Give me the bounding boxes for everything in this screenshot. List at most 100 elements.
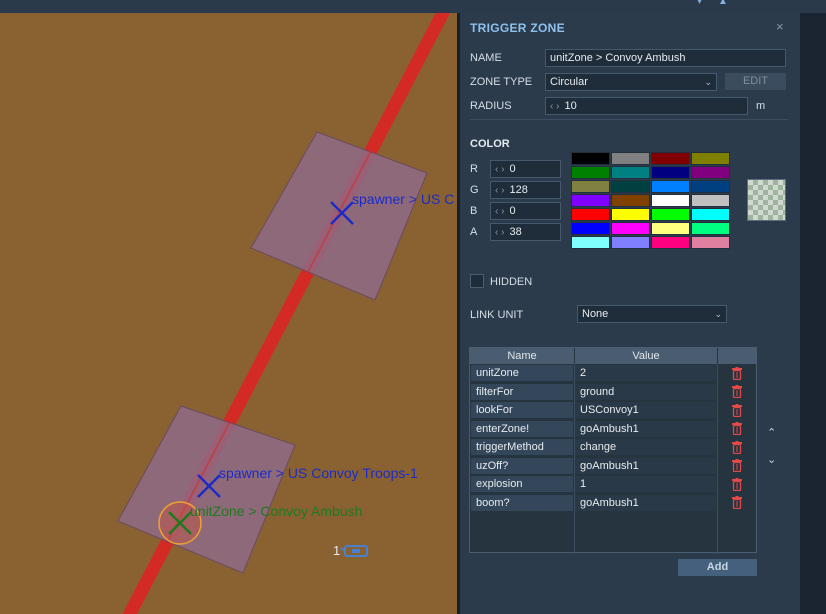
color-swatch[interactable]	[691, 222, 730, 235]
color-swatch[interactable]	[611, 166, 650, 179]
color-swatch[interactable]	[571, 166, 610, 179]
color-swatch[interactable]	[611, 194, 650, 207]
color-swatch[interactable]	[571, 194, 610, 207]
a-value: 38	[509, 226, 522, 238]
stepper-arrows-icon[interactable]: ‹ ›	[550, 101, 559, 112]
column-header-name[interactable]: Name	[470, 348, 574, 364]
hidden-checkbox[interactable]	[470, 274, 484, 288]
color-swatch[interactable]	[691, 180, 730, 193]
color-swatch[interactable]	[651, 152, 690, 165]
column-header-actions	[718, 348, 756, 364]
stepper-arrows-icon[interactable]: ‹ ›	[495, 227, 504, 238]
right-strip	[800, 13, 826, 614]
chevron-down-icon: ⌄	[704, 77, 712, 87]
scroll-down-icon[interactable]: ⌄	[767, 453, 776, 466]
table-cell-name[interactable]: explosion	[471, 476, 573, 492]
map-marker-icon[interactable]: ▾	[697, 0, 702, 7]
map-canvas[interactable]	[0, 13, 457, 614]
delete-icon[interactable]	[732, 459, 742, 472]
map-view[interactable]: spawner > US C spawner > US Convoy Troop…	[0, 13, 457, 614]
color-swatch[interactable]	[651, 180, 690, 193]
stepper-arrows-icon[interactable]: ‹ ›	[495, 164, 504, 175]
b-label: B	[470, 205, 478, 217]
color-section-title: COLOR	[470, 138, 510, 150]
color-swatch[interactable]	[651, 166, 690, 179]
column-divider	[717, 364, 718, 554]
top-toolbar: ▾ ▲	[0, 0, 826, 13]
delete-icon[interactable]	[732, 440, 742, 454]
color-swatch[interactable]	[651, 194, 690, 207]
table-cell-value[interactable]: 2	[575, 365, 716, 381]
table-cell-name[interactable]: uzOff?	[471, 457, 573, 474]
color-swatch[interactable]	[691, 152, 730, 165]
unit-icon[interactable]	[340, 545, 368, 557]
color-swatch[interactable]	[691, 194, 730, 207]
table-cell-name[interactable]: filterFor	[471, 383, 573, 400]
color-swatch[interactable]	[651, 236, 690, 249]
name-field[interactable]: unitZone > Convoy Ambush	[545, 49, 786, 67]
color-swatch[interactable]	[611, 222, 650, 235]
r-label: R	[470, 163, 478, 175]
delete-icon[interactable]	[732, 496, 742, 509]
table-cell-name[interactable]: triggerMethod	[471, 439, 573, 455]
delete-icon[interactable]	[732, 385, 742, 398]
table-cell-value[interactable]: goAmbush1	[575, 457, 716, 474]
color-swatch[interactable]	[571, 236, 610, 249]
delete-icon[interactable]	[732, 477, 742, 491]
table-cell-value[interactable]: change	[575, 439, 716, 455]
table-cell-value[interactable]: goAmbush1	[575, 494, 716, 511]
color-swatch[interactable]	[571, 222, 610, 235]
stepper-arrows-icon[interactable]: ‹ ›	[495, 185, 504, 196]
color-swatch[interactable]	[611, 236, 650, 249]
table-cell-name[interactable]: unitZone	[471, 365, 573, 381]
color-swatch[interactable]	[571, 208, 610, 221]
table-cell-name[interactable]: lookFor	[471, 402, 573, 418]
stepper-arrows-icon[interactable]: ‹ ›	[495, 206, 504, 217]
divider	[470, 119, 788, 120]
color-swatch[interactable]	[611, 180, 650, 193]
name-label: NAME	[470, 52, 502, 64]
table-cell-name[interactable]: boom?	[471, 494, 573, 511]
table-cell-value[interactable]: 1	[575, 476, 716, 492]
a-field[interactable]: ‹ › 38	[490, 223, 561, 241]
r-field[interactable]: ‹ › 0	[490, 160, 561, 178]
table-cell-name[interactable]: enterZone!	[471, 420, 573, 437]
properties-table: Name Value unitZone 2 filterFor ground lookF…	[469, 347, 757, 554]
add-button[interactable]: Add	[678, 559, 757, 576]
color-swatch[interactable]	[651, 222, 690, 235]
b-field[interactable]: ‹ › 0	[490, 202, 561, 220]
scroll-up-icon[interactable]: ⌃	[767, 426, 776, 439]
color-swatch[interactable]	[611, 152, 650, 165]
color-swatch[interactable]	[651, 208, 690, 221]
color-swatch[interactable]	[691, 166, 730, 179]
link-unit-select[interactable]: None ⌄	[577, 305, 727, 323]
table-cell-value[interactable]: ground	[575, 383, 716, 400]
zone-type-select[interactable]: Circular ⌄	[545, 73, 717, 91]
radius-field[interactable]: ‹ › 10	[545, 97, 748, 115]
g-field[interactable]: ‹ › 128	[490, 181, 561, 199]
delete-icon[interactable]	[732, 422, 742, 435]
zone-type-value: Circular	[550, 76, 588, 88]
delete-icon[interactable]	[732, 366, 742, 380]
unitzone-label: unitZone > Convoy Ambush	[190, 503, 363, 519]
radius-value: 10	[564, 100, 577, 112]
chevron-down-icon: ⌄	[714, 309, 722, 319]
edit-button[interactable]: EDIT	[725, 73, 786, 90]
color-swatch[interactable]	[611, 208, 650, 221]
radius-label: RADIUS	[470, 100, 512, 112]
r-value: 0	[509, 163, 516, 175]
spawner-label-1: spawner > US C	[352, 191, 455, 207]
table-cell-value[interactable]: USConvoy1	[575, 402, 716, 418]
color-swatch[interactable]	[571, 152, 610, 165]
map-marker-icon[interactable]: ▲	[718, 0, 728, 7]
trigger-zone-panel: TRIGGER ZONE × NAME unitZone > Convoy Am…	[460, 13, 800, 614]
close-icon[interactable]: ×	[776, 19, 784, 34]
column-header-value[interactable]: Value	[575, 348, 717, 364]
link-unit-value: None	[582, 308, 609, 320]
delete-icon[interactable]	[732, 403, 742, 417]
color-swatch[interactable]	[691, 236, 730, 249]
color-swatch[interactable]	[691, 208, 730, 221]
color-swatch[interactable]	[571, 180, 610, 193]
a-label: A	[470, 226, 478, 238]
table-cell-value[interactable]: goAmbush1	[575, 420, 716, 437]
